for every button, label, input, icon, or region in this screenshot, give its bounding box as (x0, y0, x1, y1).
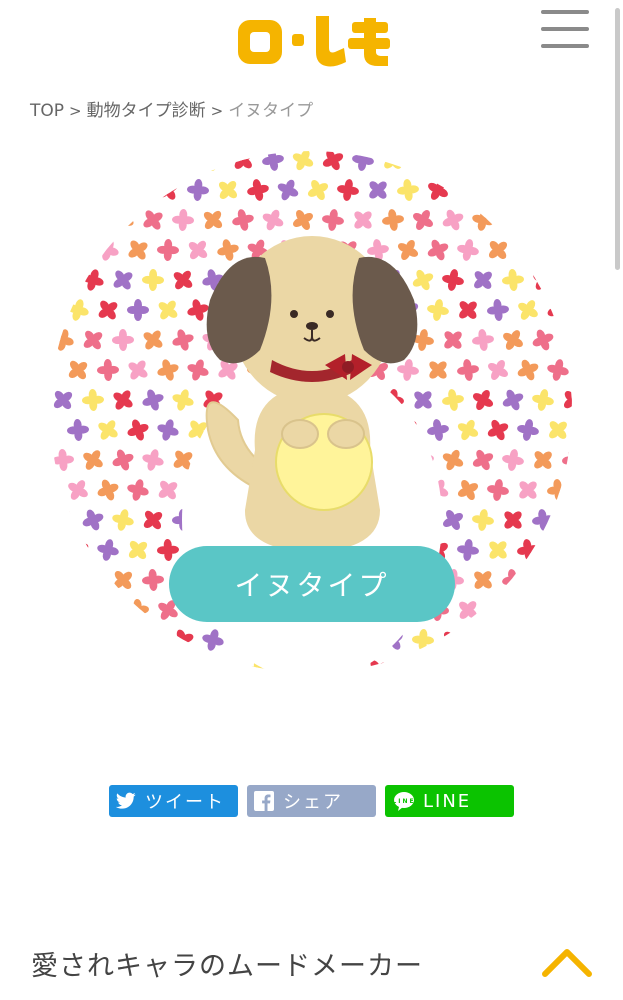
twitter-share-label: ツイート (145, 792, 225, 813)
breadcrumb-diagnosis[interactable]: 動物タイプ診断 (87, 101, 206, 121)
hamburger-menu-icon (541, 10, 589, 14)
line-share-button[interactable]: LINE LINE (385, 785, 514, 817)
section-title: 愛されキャラのムードメーカー (31, 951, 423, 982)
type-label-pill: イヌタイプ (169, 546, 455, 622)
twitter-share-button[interactable]: ツイート (109, 785, 238, 817)
facebook-share-label: シェア (283, 792, 343, 813)
breadcrumb-current: イヌタイプ (228, 101, 314, 121)
chevron-up-icon[interactable] (541, 946, 593, 978)
line-icon: LINE (393, 790, 415, 812)
breadcrumb: TOP > 動物タイプ診断 > イヌタイプ (30, 96, 313, 121)
facebook-share-button[interactable]: シェア (247, 785, 376, 817)
menu-button[interactable] (541, 10, 589, 50)
chevron-right-icon: > (69, 102, 82, 120)
scrollbar[interactable] (615, 8, 620, 270)
breadcrumb-top[interactable]: TOP (30, 101, 64, 121)
facebook-icon (253, 790, 275, 812)
svg-text:LINE: LINE (393, 798, 415, 805)
chevron-right-icon: > (210, 102, 224, 120)
site-logo[interactable] (234, 12, 392, 68)
twitter-bird-icon (115, 790, 137, 812)
line-share-label: LINE (423, 790, 472, 812)
